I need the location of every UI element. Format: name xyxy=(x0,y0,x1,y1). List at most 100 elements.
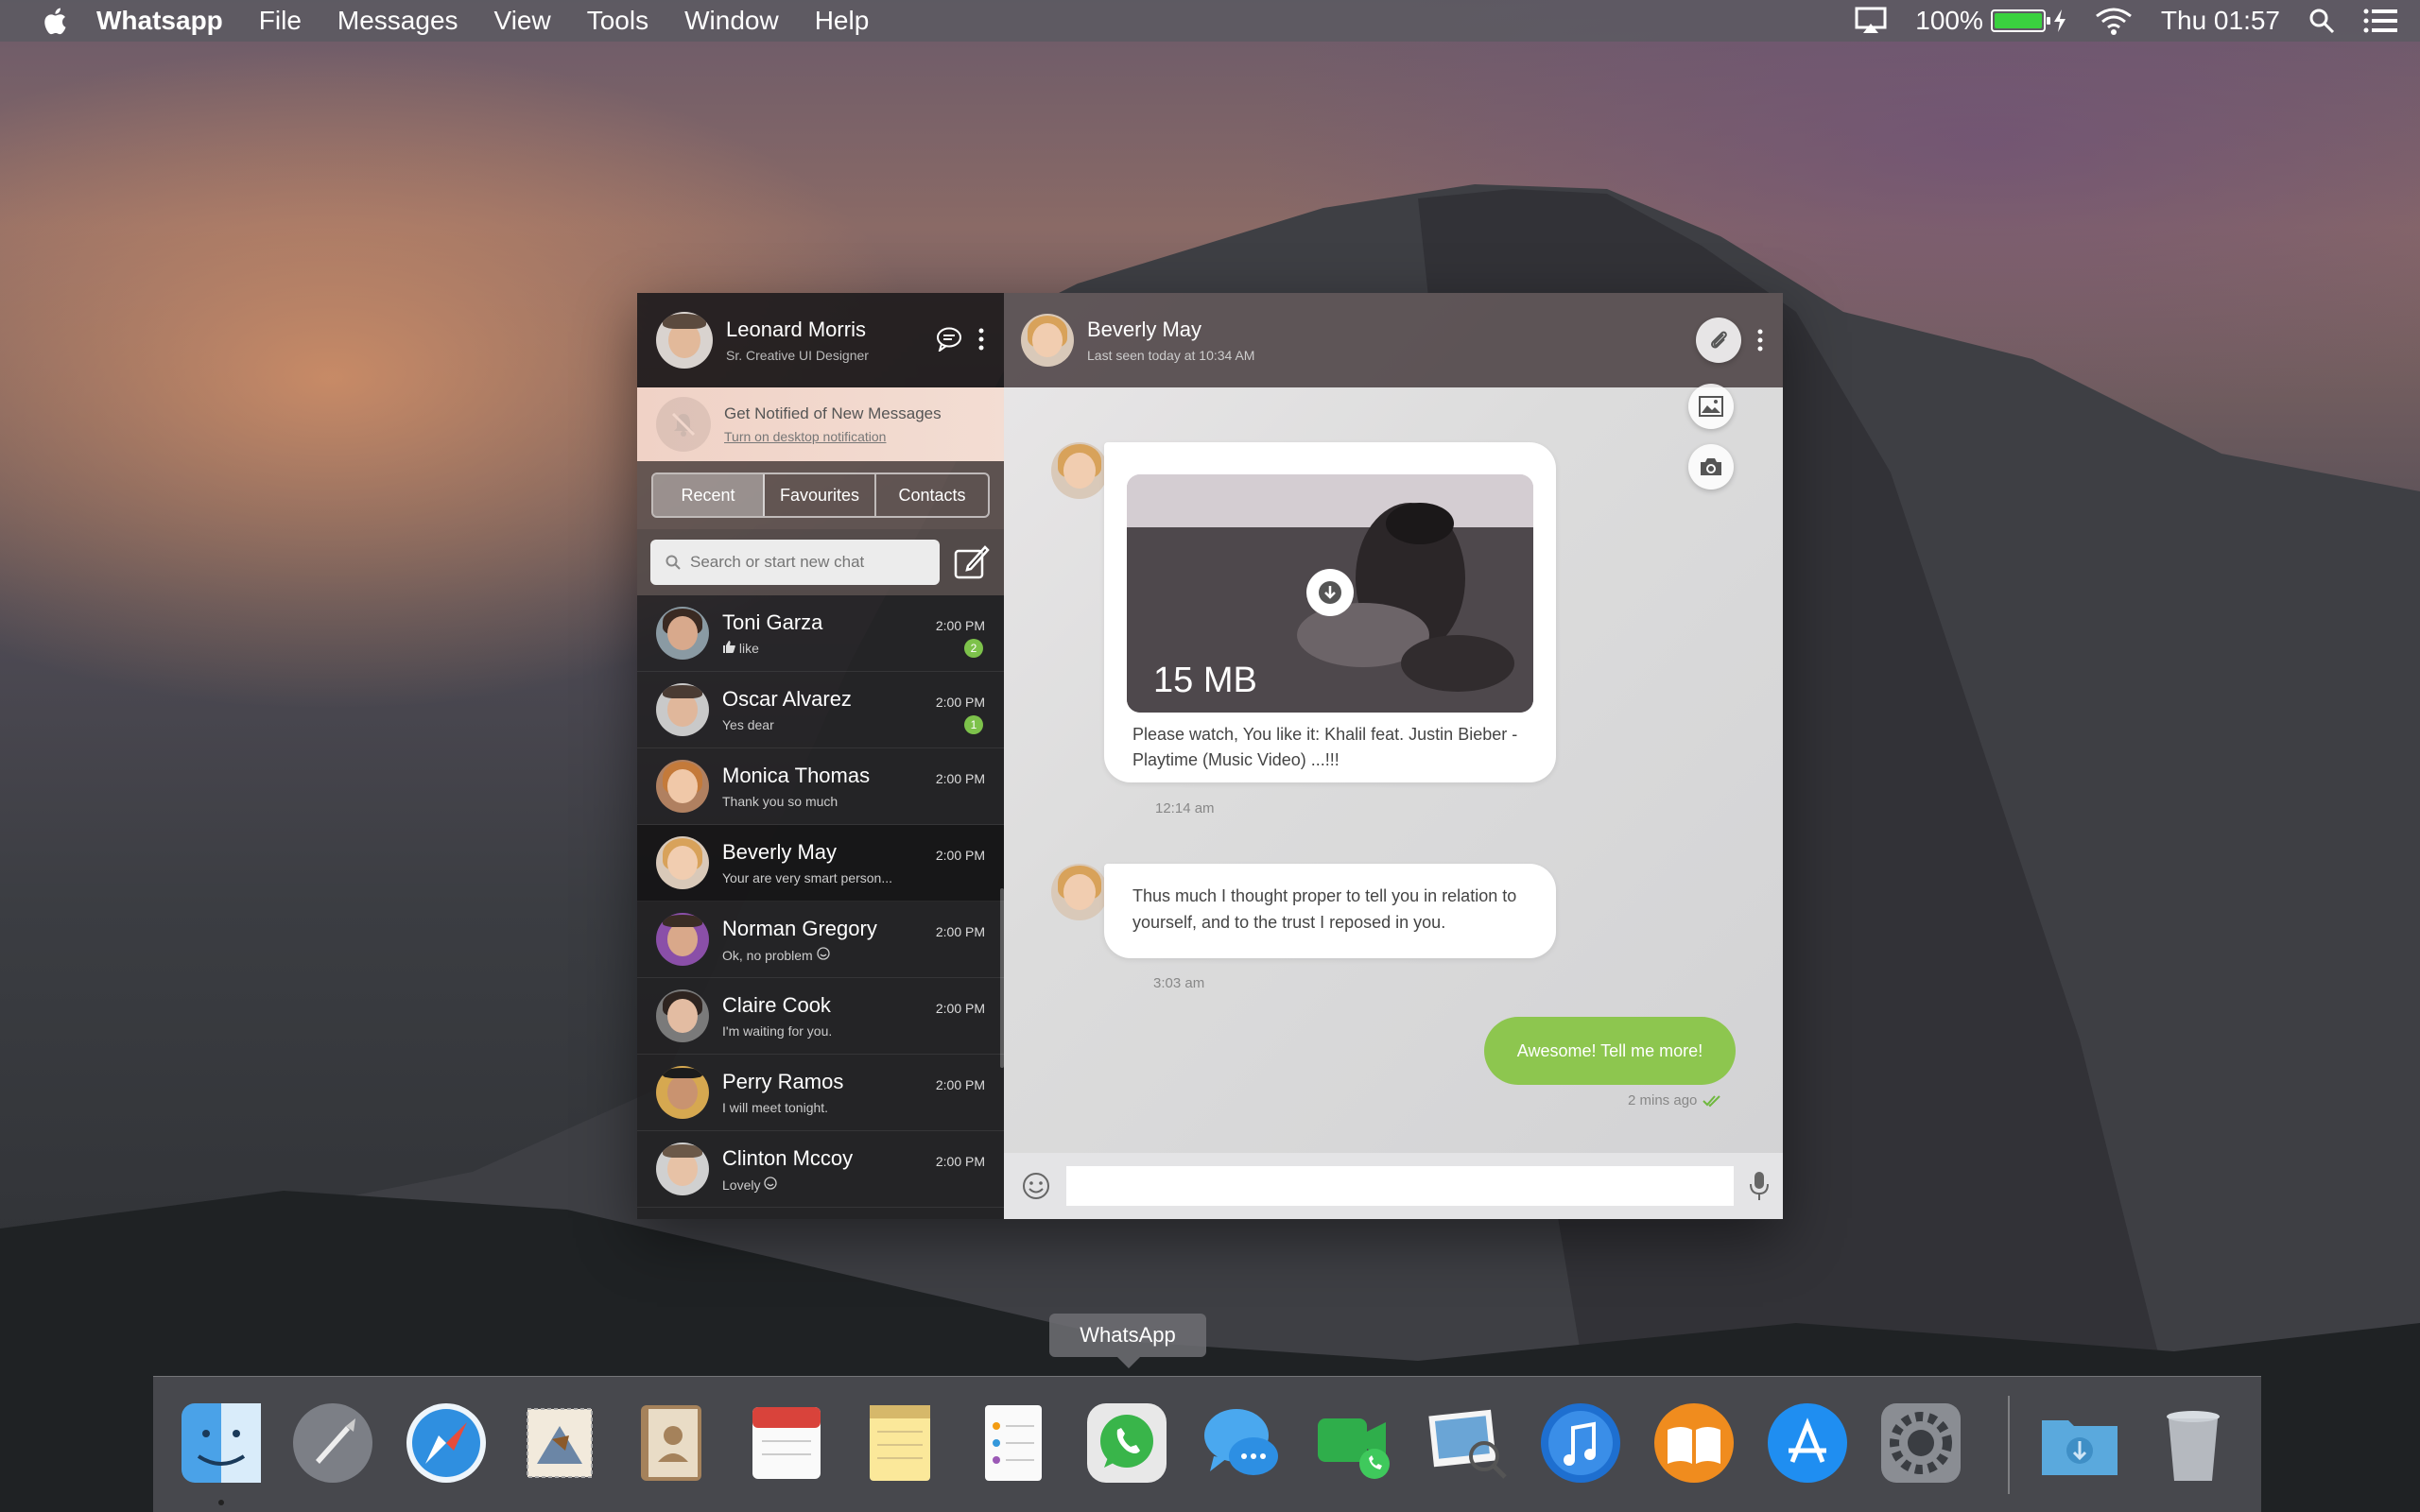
dock-tooltip: WhatsApp xyxy=(1049,1314,1206,1368)
app-menu-name[interactable]: Whatsapp xyxy=(96,6,223,36)
video-thumbnail[interactable]: 15 MB xyxy=(1127,474,1533,713)
enable-notification-link[interactable]: Turn on desktop notification xyxy=(724,429,942,444)
profile-header: Leonard Morris Sr. Creative UI Designer xyxy=(637,293,1004,387)
chat-item-oscar-alvarez[interactable]: Oscar Alvarez Yes dear 2:00 PM 1 xyxy=(637,672,1004,748)
smiley-icon xyxy=(764,1176,778,1190)
chat-name: Clinton Mccoy xyxy=(722,1145,854,1170)
chat-preview: Yes dear xyxy=(722,717,774,732)
chat-item-toni-garza[interactable]: Toni Garza like 2:00 PM 2 xyxy=(637,595,1004,672)
tab-contacts[interactable]: Contacts xyxy=(876,474,988,516)
mail-stamp-icon[interactable] xyxy=(514,1398,605,1488)
safari-icon[interactable] xyxy=(401,1398,492,1488)
chat-preview: Your are very smart person... xyxy=(722,870,893,885)
facetime-icon[interactable] xyxy=(1308,1398,1399,1488)
video-size: 15 MB xyxy=(1153,661,1257,700)
microphone-icon[interactable] xyxy=(1749,1170,1770,1202)
chat-item-perry-ramos[interactable]: Perry Ramos I will meet tonight. 2:00 PM xyxy=(637,1055,1004,1131)
unread-badge: 1 xyxy=(964,715,983,734)
chat-item-beverly-may[interactable]: Beverly May Your are very smart person..… xyxy=(637,825,1004,902)
chat-time: 2:00 PM xyxy=(935,1077,985,1092)
notification-banner[interactable]: Get Notified of New Messages Turn on des… xyxy=(637,387,1004,461)
calendar-icon[interactable] xyxy=(741,1398,832,1488)
profile-title: Sr. Creative UI Designer xyxy=(726,348,869,363)
menu-kebab-icon[interactable] xyxy=(977,327,985,352)
chat-time: 2:00 PM xyxy=(935,1154,985,1169)
chat-item-clinton-mccoy[interactable]: Clinton Mccoy Lovely 2:00 PM xyxy=(637,1131,1004,1208)
conversation-header: Beverly May Last seen today at 10:34 AM xyxy=(1004,293,1783,387)
attach-image-button[interactable] xyxy=(1688,384,1734,429)
menu-help[interactable]: Help xyxy=(815,6,870,36)
notes-icon[interactable] xyxy=(855,1398,945,1488)
menu-view[interactable]: View xyxy=(494,6,551,36)
chat-preview: like xyxy=(722,641,822,656)
contact-avatar[interactable] xyxy=(1021,314,1074,367)
attach-camera-button[interactable] xyxy=(1688,444,1734,490)
downloads-folder-icon[interactable] xyxy=(2034,1398,2125,1488)
battery-icon xyxy=(1990,9,2050,32)
reminders-icon[interactable] xyxy=(968,1398,1059,1488)
menu-tools[interactable]: Tools xyxy=(587,6,648,36)
sent-message-bubble[interactable]: Awesome! Tell me more! xyxy=(1484,1017,1736,1085)
menu-window[interactable]: Window xyxy=(684,6,779,36)
menubar-clock[interactable]: Thu 01:57 xyxy=(2161,6,2280,36)
search-box[interactable] xyxy=(650,540,940,585)
compose-icon[interactable] xyxy=(953,543,991,581)
menu-messages[interactable]: Messages xyxy=(337,6,458,36)
new-chat-icon[interactable] xyxy=(936,327,962,352)
launchpad-icon[interactable] xyxy=(287,1398,378,1488)
airplay-icon[interactable] xyxy=(1855,7,1887,35)
notification-center-icon[interactable] xyxy=(2363,9,2397,33)
last-seen: Last seen today at 10:34 AM xyxy=(1087,348,1255,363)
conversation-panel: Beverly May Last seen today at 10:34 AM xyxy=(1004,293,1783,1219)
spotlight-search-icon[interactable] xyxy=(2308,8,2335,34)
attach-button[interactable] xyxy=(1696,318,1741,363)
tab-bar: Recent Favourites Contacts xyxy=(637,461,1004,529)
chat-preview: I will meet tonight. xyxy=(722,1100,829,1115)
message-input[interactable] xyxy=(1066,1166,1734,1206)
tab-recent[interactable]: Recent xyxy=(653,474,765,516)
system-preferences-icon[interactable] xyxy=(1876,1398,1966,1488)
muted-bell-icon xyxy=(656,397,711,452)
itunes-icon[interactable] xyxy=(1535,1398,1626,1488)
messages-icon[interactable] xyxy=(1195,1398,1286,1488)
whatsapp-dock-icon[interactable] xyxy=(1081,1398,1172,1488)
chat-preview: Ok, no problem xyxy=(722,946,877,963)
image-icon xyxy=(1699,396,1723,417)
video-message-bubble[interactable]: 15 MB Please watch, You like it: Khalil … xyxy=(1104,442,1556,782)
chat-name: Beverly May xyxy=(722,840,838,864)
attach-menu xyxy=(1688,384,1734,490)
chat-item-norman-gregory[interactable]: Norman Gregory Ok, no problem 2:00 PM xyxy=(637,902,1004,978)
whatsapp-window: Leonard Morris Sr. Creative UI Designer xyxy=(637,293,1783,1219)
app-store-icon[interactable] xyxy=(1762,1398,1853,1488)
preview-icon[interactable] xyxy=(1422,1398,1512,1488)
trash-icon[interactable] xyxy=(2148,1398,2238,1488)
menu-file[interactable]: File xyxy=(259,6,302,36)
sender-avatar xyxy=(1051,864,1108,920)
chat-menu-kebab-icon[interactable] xyxy=(1756,328,1764,352)
text-message-bubble[interactable]: Thus much I thought proper to tell you i… xyxy=(1104,864,1556,958)
finder-icon[interactable] xyxy=(176,1398,267,1488)
tab-favourites[interactable]: Favourites xyxy=(765,474,876,516)
message-composer xyxy=(1004,1153,1783,1219)
unread-badge: 2 xyxy=(964,639,983,658)
apple-menu-icon[interactable] xyxy=(42,6,68,36)
dock xyxy=(153,1376,2261,1512)
download-button[interactable] xyxy=(1306,569,1354,616)
wifi-icon[interactable] xyxy=(2095,7,2133,35)
message-text: Thus much I thought proper to tell you i… xyxy=(1132,886,1517,932)
profile-avatar[interactable] xyxy=(656,312,713,369)
chat-time: 2:00 PM xyxy=(935,848,985,863)
chat-item-claire-cook[interactable]: Claire Cook I'm waiting for you. 2:00 PM xyxy=(637,978,1004,1055)
video-caption: Please watch, You like it: Khalil feat. … xyxy=(1132,725,1518,769)
search-input[interactable] xyxy=(690,553,926,572)
contacts-icon[interactable] xyxy=(628,1398,718,1488)
chat-item-monica-thomas[interactable]: Monica Thomas Thank you so much 2:00 PM xyxy=(637,748,1004,825)
chat-time: 2:00 PM xyxy=(935,618,985,633)
avatar xyxy=(656,1143,709,1195)
emoji-icon[interactable] xyxy=(1021,1171,1051,1201)
ibooks-icon[interactable] xyxy=(1649,1398,1739,1488)
avatar xyxy=(656,836,709,889)
battery-status[interactable]: 100% xyxy=(1915,6,2066,36)
chat-time: 2:00 PM xyxy=(935,924,985,939)
chat-preview: Thank you so much xyxy=(722,794,838,809)
